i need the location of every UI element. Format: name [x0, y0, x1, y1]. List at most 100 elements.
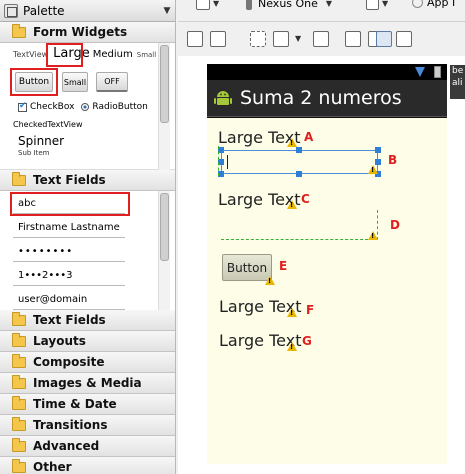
layout-view-icon[interactable]: [396, 31, 412, 47]
orientation-icon: [366, 0, 379, 10]
label-a: A: [304, 130, 314, 144]
textview-row: TextView Large Medium Small: [13, 46, 156, 66]
category-label: Transitions: [33, 418, 108, 432]
warning-icon: [287, 200, 297, 209]
folder-icon: [12, 171, 26, 186]
scroll-thumb[interactable]: [160, 45, 169, 123]
highlight-plain-text: [10, 192, 130, 216]
resize-handle[interactable]: [296, 147, 302, 153]
category-text-fields-collapsed[interactable]: Text Fields: [0, 310, 175, 331]
category-composite[interactable]: Composite: [0, 352, 175, 373]
radio-icon: [81, 103, 90, 111]
folder-icon: [12, 416, 26, 431]
category-layouts[interactable]: Layouts: [0, 331, 175, 352]
editor-toolbar-layout: ▼: [178, 22, 465, 56]
category-other[interactable]: Other: [0, 457, 175, 474]
spinner-sub-item: Sub Item: [18, 149, 50, 157]
palette-item-person-name[interactable]: Firstname Lastname: [13, 218, 125, 238]
device-label: Nexus One: [258, 0, 318, 10]
form-widgets-scrollbar[interactable]: [158, 43, 170, 170]
label-c: C: [301, 192, 310, 206]
category-label: Text Fields: [33, 313, 106, 327]
theme-label: App I: [427, 0, 456, 9]
folder-icon: [12, 458, 26, 473]
label-f: F: [306, 303, 315, 317]
text-fields-scrollbar[interactable]: [158, 191, 170, 310]
fill-width-icon[interactable]: [187, 31, 203, 47]
checkbox-radio-row: CheckBox RadioButton: [18, 101, 148, 112]
margins-icon[interactable]: [250, 31, 266, 47]
category-label: Time & Date: [33, 397, 117, 411]
palette-header: Palette ▼: [0, 0, 175, 22]
gravity-icon[interactable]: [273, 31, 289, 47]
warning-icon: [265, 276, 275, 285]
resize-handle[interactable]: [375, 147, 381, 153]
category-advanced[interactable]: Advanced: [0, 436, 175, 457]
folder-icon: [12, 374, 26, 389]
category-text-fields[interactable]: Text Fields: [0, 170, 175, 191]
palette-item-password[interactable]: ••••••••: [13, 242, 125, 262]
distribute-icon[interactable]: [345, 31, 361, 47]
signal-icon: [415, 67, 425, 77]
config-icon: [196, 0, 210, 10]
warning-icon: [368, 231, 378, 240]
app-titlebar: Suma 2 numeros: [207, 80, 447, 117]
palette-item-small-button[interactable]: Small: [62, 72, 88, 92]
android-icon: [213, 88, 233, 108]
folder-icon: [12, 311, 26, 326]
palette-item-toggle-button[interactable]: OFF: [96, 72, 128, 92]
palette-item-phone[interactable]: 1•••2•••3: [13, 266, 125, 286]
text-fields-list: abc Firstname Lastname •••••••• 1•••2•••…: [0, 191, 175, 310]
category-label: Other: [33, 460, 72, 474]
warning-icon: [287, 308, 297, 317]
palette-icon: [4, 3, 18, 18]
chevron-down-icon[interactable]: ▼: [295, 34, 301, 43]
scroll-thumb[interactable]: [160, 193, 169, 261]
category-form-widgets[interactable]: Form Widgets: [0, 22, 175, 43]
warning-icon: [287, 342, 297, 351]
edittext-d-outline[interactable]: [221, 210, 378, 240]
resize-handle[interactable]: [296, 171, 302, 177]
form-widgets-list: TextView Large Medium Small Button Small…: [0, 43, 175, 170]
palette-item-medium-text[interactable]: Medium: [93, 49, 133, 60]
device-frame: Suma 2 numeros Large Text A B Large Text…: [207, 64, 447, 464]
clear-constraints-icon[interactable]: [376, 31, 392, 47]
baseline-icon[interactable]: [313, 31, 329, 47]
category-transitions[interactable]: Transitions: [0, 415, 175, 436]
orientation-dropdown[interactable]: ▼: [366, 0, 388, 10]
checkbox-icon: [18, 101, 27, 112]
label-d: D: [390, 218, 400, 232]
guide-line: [218, 146, 219, 176]
palette-item-small-text[interactable]: Small: [137, 51, 156, 59]
folder-icon: [12, 23, 26, 38]
device-dropdown[interactable]: Nexus One ▼: [246, 0, 332, 10]
highlight-large: [46, 43, 83, 67]
palette-item-textview[interactable]: TextView: [13, 50, 48, 59]
folder-icon: [12, 353, 26, 368]
theme-dropdown[interactable]: App I: [412, 0, 455, 9]
palette-item-email[interactable]: user@domain: [13, 290, 125, 310]
palette-item-spinner[interactable]: Spinner: [18, 134, 64, 148]
palette-panel: Palette ▼ Form Widgets TextView Large Me…: [0, 0, 176, 474]
chevron-down-icon[interactable]: ▼: [159, 6, 175, 16]
config-dropdown[interactable]: ▼: [196, 0, 219, 10]
label-e: E: [279, 259, 288, 273]
device-icon: [246, 0, 252, 10]
chevron-down-icon: ▼: [382, 0, 389, 8]
side-panel-cut: be ali: [450, 65, 465, 99]
label-g: G: [302, 334, 312, 348]
palette-item-checkbox[interactable]: CheckBox: [30, 102, 74, 112]
battery-icon: [434, 66, 441, 78]
category-label: Text Fields: [33, 173, 106, 187]
category-label: Form Widgets: [33, 25, 128, 39]
folder-icon: [12, 395, 26, 410]
folder-icon: [12, 437, 26, 452]
category-time-date[interactable]: Time & Date: [0, 394, 175, 415]
status-bar: [207, 64, 447, 80]
chevron-down-icon: ▼: [325, 0, 333, 8]
palette-item-checkedtextview[interactable]: CheckedTextView: [13, 120, 83, 129]
category-images-media[interactable]: Images & Media: [0, 373, 175, 394]
palette-item-radiobutton[interactable]: RadioButton: [92, 102, 147, 112]
fill-height-icon[interactable]: [210, 31, 226, 47]
category-label: Layouts: [33, 334, 86, 348]
